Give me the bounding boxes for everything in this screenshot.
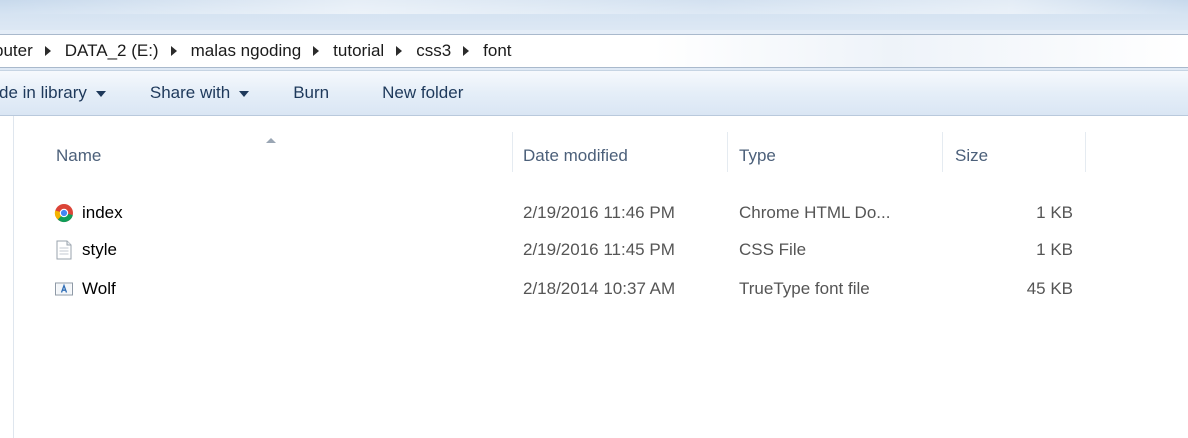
breadcrumb-item-css3[interactable]: css3 bbox=[414, 41, 453, 61]
breadcrumb-arrow-icon[interactable] bbox=[396, 46, 403, 56]
breadcrumb-arrow-icon[interactable] bbox=[170, 46, 177, 56]
new-folder-label: New folder bbox=[382, 83, 464, 102]
breadcrumb-item-malas-ngoding[interactable]: malas ngoding bbox=[189, 41, 304, 61]
column-header-date-modified[interactable]: Date modified bbox=[523, 146, 628, 166]
file-size: 1 KB bbox=[1036, 203, 1073, 222]
share-with-label: Share with bbox=[149, 83, 231, 102]
file-row[interactable]: index 2/19/2016 11:46 PM Chrome HTML Do.… bbox=[0, 200, 1188, 226]
file-name: style bbox=[82, 240, 117, 259]
column-divider[interactable] bbox=[727, 132, 728, 172]
include-in-library-label: de in library bbox=[0, 83, 87, 102]
breadcrumb-arrow-icon[interactable] bbox=[463, 46, 470, 56]
column-divider[interactable] bbox=[1085, 132, 1086, 172]
file-row[interactable]: style 2/19/2016 11:45 PM CSS File 1 KB bbox=[0, 237, 1188, 263]
file-type: TrueType font file bbox=[739, 279, 870, 298]
file-name: index bbox=[82, 203, 123, 222]
breadcrumb-item-tutorial[interactable]: tutorial bbox=[331, 41, 386, 61]
file-name: Wolf bbox=[82, 279, 116, 298]
breadcrumb-arrow-icon[interactable] bbox=[44, 46, 51, 56]
file-size: 45 KB bbox=[1026, 279, 1073, 298]
command-bar: de in library Share with Burn New folder bbox=[0, 71, 1188, 116]
column-divider[interactable] bbox=[942, 132, 943, 172]
column-header-type[interactable]: Type bbox=[739, 146, 776, 166]
breadcrumb-item-computer[interactable]: puter bbox=[0, 41, 35, 61]
breadcrumb-item-font[interactable]: font bbox=[481, 41, 513, 61]
file-size: 1 KB bbox=[1036, 240, 1073, 259]
column-header-row: Name Date modified Type Size bbox=[0, 116, 1188, 172]
css-file-icon bbox=[56, 240, 72, 260]
file-date-modified: 2/19/2016 11:46 PM bbox=[523, 203, 675, 222]
file-date-modified: 2/18/2014 10:37 AM bbox=[523, 279, 676, 298]
breadcrumb[interactable]: puter DATA_2 (E:) malas ngoding tutorial… bbox=[0, 34, 1188, 68]
column-divider[interactable] bbox=[512, 132, 513, 172]
chevron-down-icon bbox=[95, 91, 106, 97]
burn-label: Burn bbox=[293, 83, 330, 102]
breadcrumb-arrow-icon[interactable] bbox=[313, 46, 320, 56]
file-date-modified: 2/19/2016 11:45 PM bbox=[523, 240, 675, 259]
file-row[interactable]: Wolf 2/18/2014 10:37 AM TrueType font fi… bbox=[0, 276, 1188, 302]
window-title-bar bbox=[0, 0, 1188, 30]
breadcrumb-item-data2[interactable]: DATA_2 (E:) bbox=[63, 41, 161, 61]
file-list-pane: Name Date modified Type Size index 2/19/… bbox=[0, 116, 1188, 438]
include-in-library-button[interactable]: de in library bbox=[0, 83, 106, 103]
chrome-html-file-icon bbox=[54, 204, 73, 223]
truetype-font-file-icon bbox=[55, 282, 73, 296]
column-header-size[interactable]: Size bbox=[955, 146, 988, 166]
file-type: CSS File bbox=[739, 240, 807, 259]
column-header-name[interactable]: Name bbox=[56, 146, 101, 166]
file-type: Chrome HTML Do... bbox=[739, 203, 891, 222]
address-bar: puter DATA_2 (E:) malas ngoding tutorial… bbox=[0, 30, 1188, 71]
sort-ascending-icon bbox=[266, 138, 276, 143]
burn-button[interactable]: Burn bbox=[293, 83, 329, 103]
new-folder-button[interactable]: New folder bbox=[382, 83, 463, 103]
chevron-down-icon bbox=[239, 91, 250, 97]
share-with-button[interactable]: Share with bbox=[149, 83, 250, 103]
